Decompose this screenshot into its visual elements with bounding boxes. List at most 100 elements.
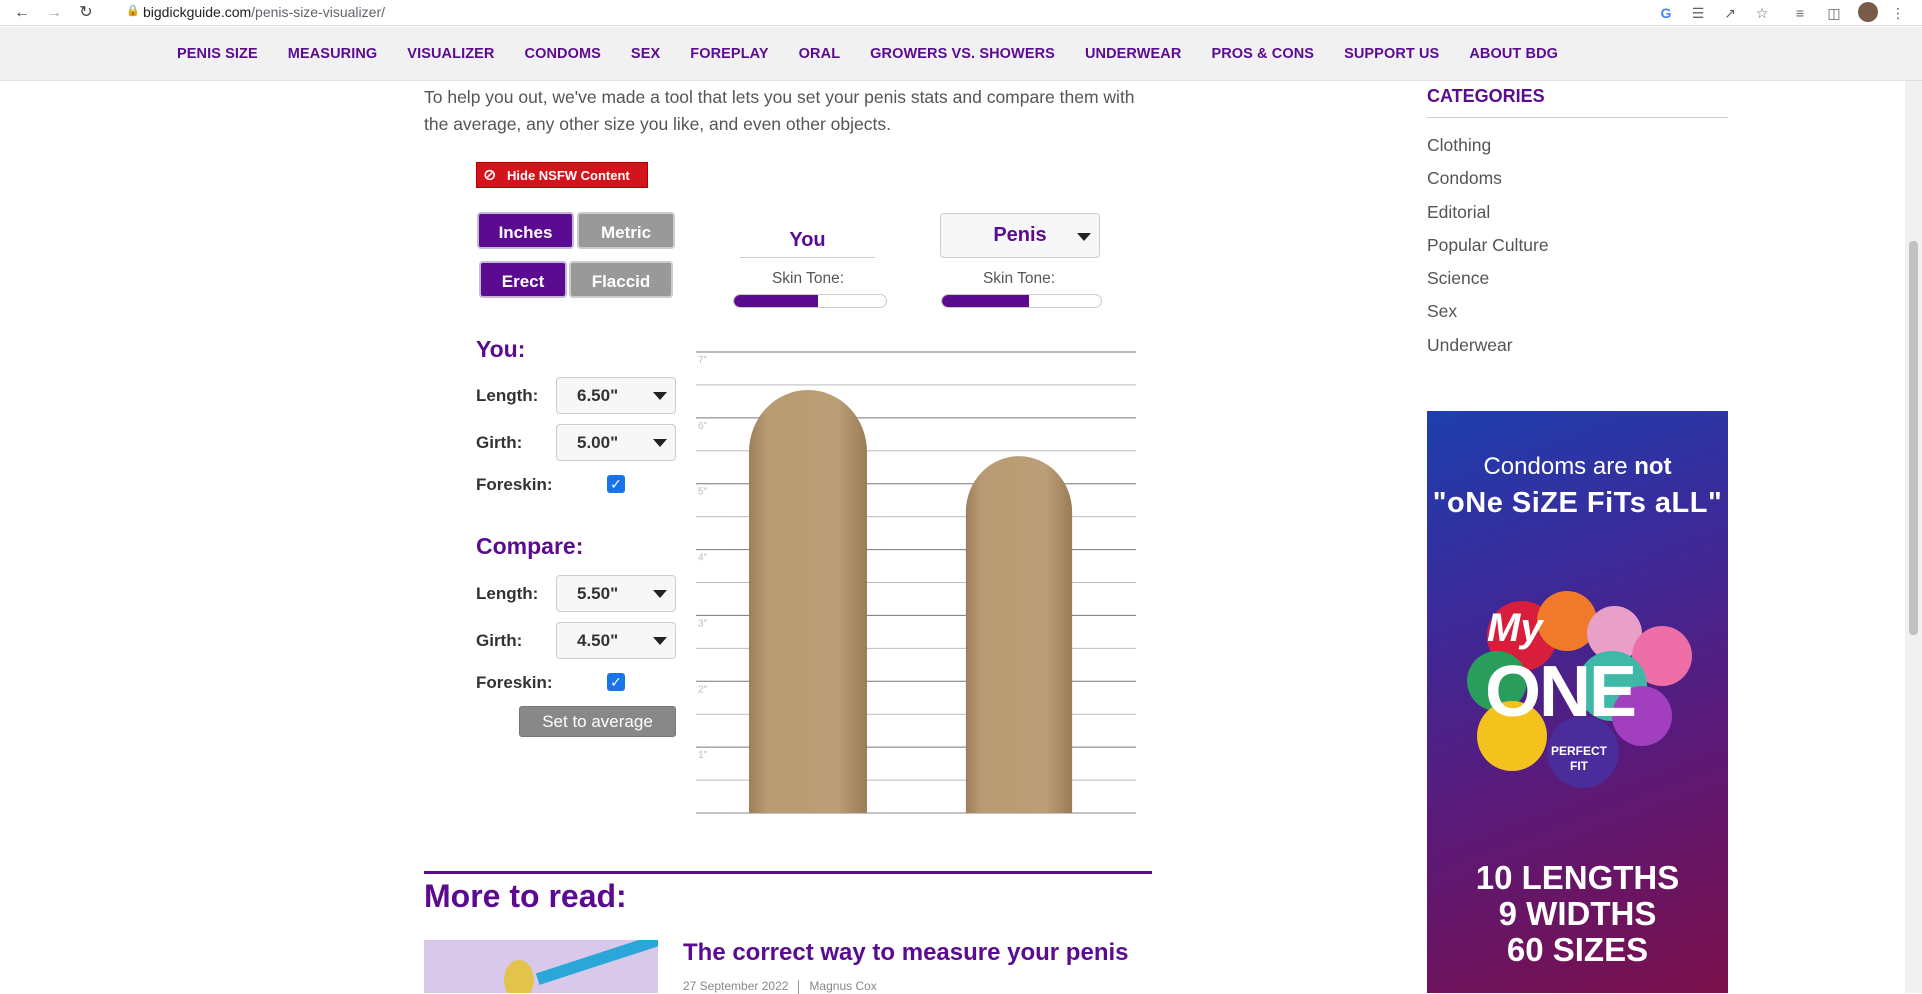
site-navigation: PENIS SIZE MEASURING VISUALIZER CONDOMS SEX F… [0,27,1922,81]
chart-tick-label: 1" [698,750,708,761]
nav-item-measuring[interactable]: MEASURING [288,46,378,62]
skin-tone-label-compare: Skin Tone: [982,270,1056,287]
article-thumbnail[interactable] [424,940,658,993]
chart-tick-label: 4" [698,553,708,564]
back-icon[interactable]: ← [11,2,33,24]
reading-list-icon[interactable]: ≡ [1790,3,1810,23]
scrollbar-thumb[interactable] [1909,241,1918,635]
size-visualizer-chart: 1" 2" 3" 4" 5" 6" 7" [696,340,1136,815]
nav-item-pros-cons[interactable]: PROS & CONS [1211,46,1314,62]
nav-item-growers-vs-showers[interactable]: GROWERS VS. SHOWERS [870,46,1055,62]
category-clothing[interactable]: Clothing [1427,133,1549,166]
share-icon[interactable]: ↗ [1720,3,1740,23]
article-author[interactable]: Magnus Cox [809,979,876,993]
address-bar[interactable]: bigdickguide.com/penis-size-visualizer/ [143,4,385,20]
skin-tone-label-you: Skin Tone: [771,270,845,287]
ad-headline-1: Condoms are not [1427,453,1728,481]
compare-girth-select[interactable]: 4.50" [556,622,676,659]
nav-item-penis-size[interactable]: PENIS SIZE [177,46,258,62]
set-to-average-button[interactable]: Set to average [519,706,676,737]
you-section-title: You: [476,336,526,362]
eye-slash-icon: ⊘ [483,167,497,184]
you-girth-value: 5.00" [577,433,619,452]
nav-item-foreplay[interactable]: FOREPLAY [690,46,768,62]
compare-length-select[interactable]: 5.50" [556,575,676,612]
compare-girth-label: Girth: [476,631,523,650]
article-meta: 27 September 2022 Magnus Cox [683,979,877,994]
nav-item-underwear[interactable]: UNDERWEAR [1085,46,1182,62]
more-divider [424,871,1152,874]
chevron-down-icon [1077,233,1091,241]
menu-dots-icon[interactable]: ⋮ [1888,3,1908,23]
profile-avatar[interactable] [1858,2,1878,22]
ad-headline-1b: not [1634,453,1672,480]
ad-widths: 9 WIDTHS [1498,895,1657,932]
compare-length-value: 5.50" [577,584,619,603]
url-domain: bigdickguide.com [143,4,252,20]
nav-list: PENIS SIZE MEASURING VISUALIZER CONDOMS SEX F… [177,27,1588,81]
you-foreskin-label: Foreskin: [476,475,553,494]
erect-button[interactable]: Erect [479,261,567,298]
category-science[interactable]: Science [1427,266,1549,299]
side-panel-icon[interactable]: ◫ [1824,3,1844,23]
chevron-down-icon [653,637,667,645]
google-icon[interactable]: G [1656,3,1676,23]
bookmark-star-icon[interactable]: ☆ [1752,3,1772,23]
chevron-down-icon [653,590,667,598]
nav-item-support-us[interactable]: SUPPORT US [1344,46,1439,62]
article-title-link[interactable]: The correct way to measure your penis [683,939,1129,967]
categories-list: Clothing Condoms Editorial Popular Culture S… [1427,133,1549,366]
inches-button[interactable]: Inches [477,212,574,249]
metric-button[interactable]: Metric [577,212,675,249]
page-scrollbar[interactable] [1905,81,1922,993]
forward-icon[interactable]: → [43,2,65,24]
compare-section-title: Compare: [476,533,584,559]
compare-object-select[interactable]: Penis [940,213,1100,258]
lock-icon[interactable]: 🔒 [126,4,140,17]
category-underwear[interactable]: Underwear [1427,333,1549,366]
ad-headline-2: "oNe SiZE FiTs aLL" [1432,487,1723,519]
translate-icon[interactable]: ☰ [1688,3,1708,23]
nav-item-condoms[interactable]: CONDOMS [525,46,601,62]
reload-icon[interactable]: ↻ [75,2,97,24]
category-condoms[interactable]: Condoms [1427,166,1549,199]
ad-lengths: 10 LENGTHS [1475,859,1680,896]
you-column-title: You [740,222,875,258]
meta-separator [798,979,800,994]
intro-text: To help you out, we've made a tool that … [424,87,1135,134]
chevron-down-icon [653,392,667,400]
nav-item-oral[interactable]: ORAL [799,46,840,62]
compare-object-value: Penis [993,224,1047,246]
myone-condoms-ad[interactable]: Condoms are not "oNe SiZE FiTs aLL" My O… [1427,411,1728,993]
chart-tick-label: 5" [698,487,708,498]
article-date: 27 September 2022 [683,979,789,993]
compare-foreskin-checkbox[interactable]: ✓ [607,673,625,691]
compare-foreskin-label: Foreskin: [476,673,553,692]
nav-item-visualizer[interactable]: VISUALIZER [407,46,494,62]
more-to-read-title: More to read: [424,878,627,914]
category-sex[interactable]: Sex [1427,299,1549,332]
ad-sizes: 60 SIZES [1506,931,1649,968]
ad-headline-1a: Condoms are [1483,453,1635,480]
skin-tone-slider-you[interactable] [733,294,887,308]
chart-tick-label: 3" [698,618,708,629]
skin-tone-fill-you [734,295,818,307]
ad-logo-perfect-fit: PERFECT FIT [1550,744,1607,773]
banana-image [504,960,534,993]
you-length-select[interactable]: 6.50" [556,377,676,414]
chart-tick-label: 6" [698,421,708,432]
nav-item-sex[interactable]: SEX [631,46,660,62]
measuring-tape-image [535,940,658,985]
ad-logo-my: My [1487,606,1543,650]
hide-nsfw-button[interactable]: ⊘ Hide NSFW Content [476,162,648,188]
flaccid-button[interactable]: Flaccid [569,261,673,298]
chart-tick-label: 2" [698,684,708,695]
you-foreskin-checkbox[interactable]: ✓ [607,475,625,493]
you-girth-select[interactable]: 5.00" [556,424,676,461]
nav-item-about-bdg[interactable]: ABOUT BDG [1469,46,1558,62]
skin-tone-fill-compare [942,295,1030,307]
category-editorial[interactable]: Editorial [1427,200,1549,233]
categories-divider [1427,117,1728,118]
category-popular-culture[interactable]: Popular Culture [1427,233,1549,266]
skin-tone-slider-compare[interactable] [941,294,1102,308]
